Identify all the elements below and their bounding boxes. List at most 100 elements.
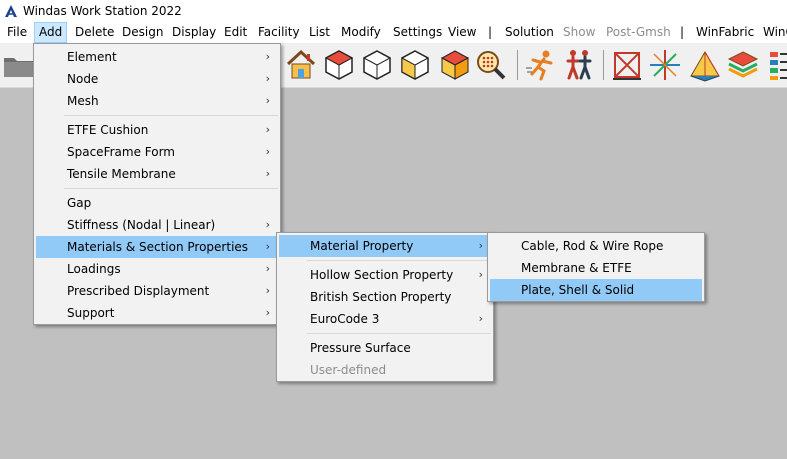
chevron-right-icon: › xyxy=(265,123,270,136)
menu-facility[interactable]: Facility xyxy=(254,22,304,43)
menu-file[interactable]: File xyxy=(3,22,31,43)
list-icon[interactable] xyxy=(766,48,787,82)
chevron-right-icon: › xyxy=(478,312,483,325)
menu-separator xyxy=(64,188,278,189)
chevron-right-icon: › xyxy=(265,72,270,85)
app-logo-icon xyxy=(5,5,17,17)
menu-item-label: Cable, Rod & Wire Rope xyxy=(521,239,664,253)
layers-icon[interactable] xyxy=(726,48,760,82)
menu-item-label: ETFE Cushion xyxy=(67,123,149,137)
title-bar: Windas Work Station 2022 xyxy=(0,0,787,22)
add-menu-item-materials-section-properties[interactable]: Materials & Section Properties › xyxy=(36,236,278,258)
menu-item-label: Tensile Membrane xyxy=(67,167,176,181)
menu-post-gmsh[interactable]: Post-Gmsh xyxy=(602,22,675,43)
materials-item-eurocode-3[interactable]: EuroCode 3 › xyxy=(279,308,491,330)
menu-item-label: Mesh xyxy=(67,94,99,108)
menu-item-label: British Section Property xyxy=(310,290,452,304)
menu-item-label: EuroCode 3 xyxy=(310,312,380,326)
pyramid-icon[interactable] xyxy=(688,48,722,82)
add-menu-item-mesh[interactable]: Mesh › xyxy=(36,90,278,112)
menu-winfabric[interactable]: WinFabric xyxy=(692,22,758,43)
runner-icon[interactable] xyxy=(524,48,558,82)
cube-color-icon[interactable] xyxy=(438,48,472,82)
chevron-right-icon: › xyxy=(265,240,270,253)
menu-item-label: SpaceFrame Form xyxy=(67,145,175,159)
add-menu-item-spaceframe-form[interactable]: SpaceFrame Form › xyxy=(36,141,278,163)
menu-separator xyxy=(307,333,491,334)
home-icon[interactable] xyxy=(284,48,318,82)
toolbar-separator xyxy=(603,50,604,80)
cube-white-icon[interactable] xyxy=(360,48,394,82)
chevron-right-icon: › xyxy=(478,239,483,252)
menu-bar: File Add Delete Design Display Edit Facility Li… xyxy=(0,22,787,43)
menu-design[interactable]: Design xyxy=(118,22,167,43)
material-property-submenu: Cable, Rod & Wire Rope Membrane & ETFE Pla… xyxy=(487,232,705,302)
cube-red-icon[interactable] xyxy=(322,48,356,82)
materials-item-pressure-surface[interactable]: Pressure Surface xyxy=(279,337,491,359)
add-menu-item-stiffness-nodal-linear[interactable]: Stiffness (Nodal | Linear) › xyxy=(36,214,278,236)
menu-item-label: Stiffness (Nodal | Linear) xyxy=(67,218,216,232)
menu-item-label: Support xyxy=(67,306,115,320)
materials-item-hollow-section-property[interactable]: Hollow Section Property › xyxy=(279,264,491,286)
material-property-item-membrane-etfe[interactable]: Membrane & ETFE xyxy=(490,257,702,279)
menu-item-label: Loadings xyxy=(67,262,121,276)
chevron-right-icon: › xyxy=(478,268,483,281)
menu-edit[interactable]: Edit xyxy=(220,22,251,43)
menu-item-label: Prescribed Displayment xyxy=(67,284,210,298)
add-menu-item-node[interactable]: Node › xyxy=(36,68,278,90)
menu-item-label: Element xyxy=(67,50,117,64)
menu-solution[interactable]: Solution xyxy=(501,22,558,43)
menu-list[interactable]: List xyxy=(305,22,334,43)
menu-divider: | xyxy=(488,25,493,39)
zoom-grid-icon[interactable] xyxy=(474,48,508,82)
menu-modify[interactable]: Modify xyxy=(337,22,385,43)
menu-show[interactable]: Show xyxy=(559,22,599,43)
menu-settings[interactable]: Settings xyxy=(389,22,446,43)
materials-submenu: Material Property › Hollow Section Propert… xyxy=(276,232,494,382)
menu-item-label: Material Property xyxy=(310,239,414,253)
menu-separator xyxy=(64,115,278,116)
chevron-right-icon: › xyxy=(265,262,270,275)
toolbar-separator xyxy=(517,50,518,80)
material-property-item-cable-rod-wire-rope[interactable]: Cable, Rod & Wire Rope xyxy=(490,235,702,257)
add-menu-item-gap[interactable]: Gap xyxy=(36,192,278,214)
window-title: Windas Work Station 2022 xyxy=(23,4,182,18)
folder-icon[interactable] xyxy=(2,48,36,82)
menu-item-label: Plate, Shell & Solid xyxy=(521,283,635,297)
add-menu-item-loadings[interactable]: Loadings › xyxy=(36,258,278,280)
chevron-right-icon: › xyxy=(265,218,270,231)
add-menu-item-etfe-cushion[interactable]: ETFE Cushion › xyxy=(36,119,278,141)
chevron-right-icon: › xyxy=(265,306,270,319)
menu-delete[interactable]: Delete xyxy=(71,22,118,43)
menu-separator xyxy=(307,260,491,261)
materials-item-user-defined: User-defined xyxy=(279,359,491,381)
menu-display[interactable]: Display xyxy=(168,22,220,43)
material-property-item-plate-shell-solid[interactable]: Plate, Shell & Solid xyxy=(490,279,702,301)
cross-frame-icon[interactable] xyxy=(610,48,644,82)
walkers-icon[interactable] xyxy=(562,48,596,82)
menu-item-label: Materials & Section Properties xyxy=(67,240,249,254)
menu-view[interactable]: View xyxy=(444,22,480,43)
menu-item-label: Pressure Surface xyxy=(310,341,411,355)
chevron-right-icon: › xyxy=(265,145,270,158)
menu-item-label: Node xyxy=(67,72,99,86)
menu-winc[interactable]: WinC xyxy=(759,22,787,43)
add-menu-item-element[interactable]: Element › xyxy=(36,46,278,68)
chevron-right-icon: › xyxy=(265,94,270,107)
chevron-right-icon: › xyxy=(265,167,270,180)
menu-item-label: Membrane & ETFE xyxy=(521,261,632,275)
chevron-right-icon: › xyxy=(265,50,270,63)
add-menu-item-tensile-membrane[interactable]: Tensile Membrane › xyxy=(36,163,278,185)
materials-item-material-property[interactable]: Material Property › xyxy=(279,235,491,257)
menu-item-label: Hollow Section Property xyxy=(310,268,454,282)
materials-item-british-section-property[interactable]: British Section Property xyxy=(279,286,491,308)
add-menu-dropdown: Element › Node › Mesh › ETFE Cushion › SpaceFram… xyxy=(33,43,281,325)
add-menu-item-support[interactable]: Support › xyxy=(36,302,278,324)
add-menu-item-prescribed-displayment[interactable]: Prescribed Displayment › xyxy=(36,280,278,302)
menu-divider: | xyxy=(680,25,685,39)
cube-yellow-icon[interactable] xyxy=(398,48,432,82)
chevron-right-icon: › xyxy=(265,284,270,297)
menu-item-label: Gap xyxy=(67,196,92,210)
menu-add[interactable]: Add xyxy=(34,22,68,43)
axes-icon[interactable] xyxy=(648,48,682,82)
